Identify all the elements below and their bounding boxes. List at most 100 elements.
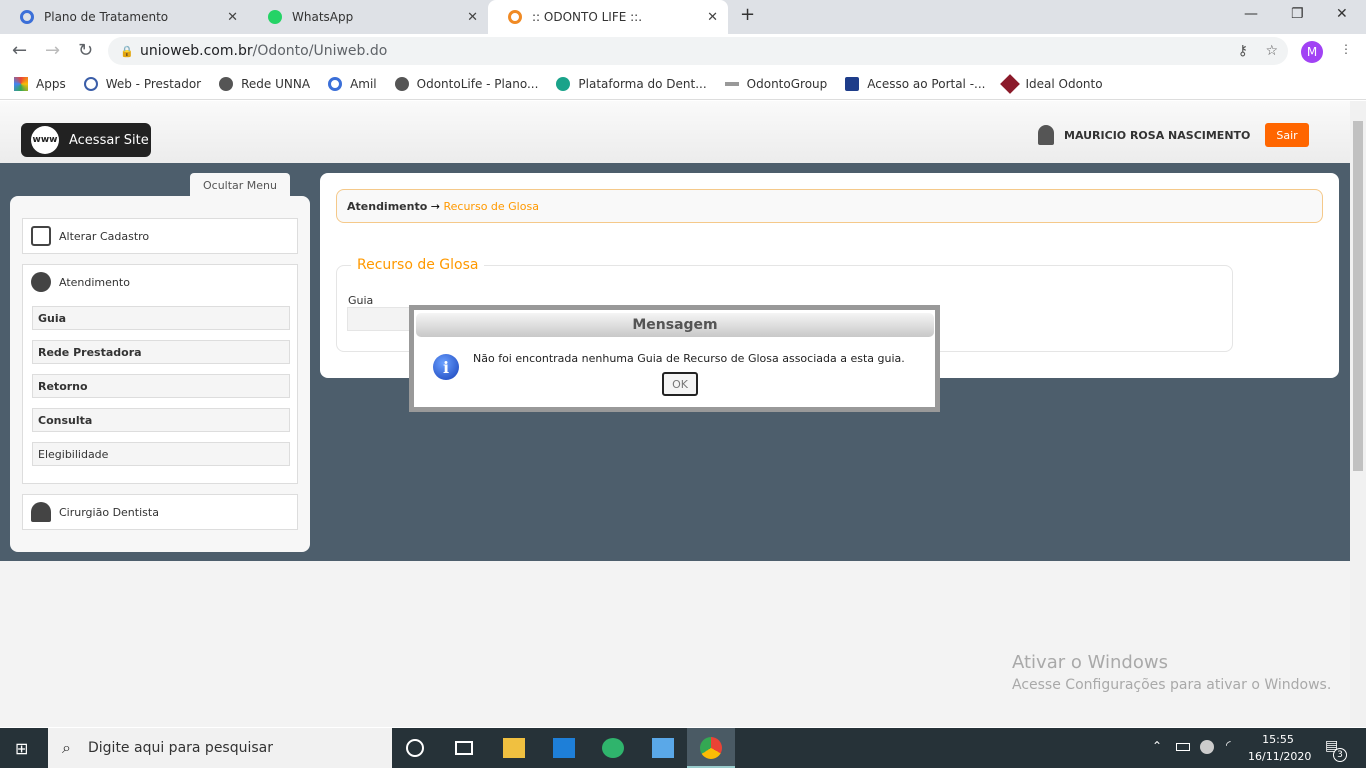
sidebar-sub-rede-prestadora[interactable]: Rede Prestadora — [32, 340, 290, 364]
page-footer-area — [0, 561, 1350, 727]
close-tab-icon[interactable]: ✕ — [467, 10, 478, 25]
info-icon: i — [433, 354, 459, 380]
tab-strip: Plano de Tratamento ✕ WhatsApp ✕ :: ODONTO… — [0, 0, 1366, 34]
forward-icon[interactable]: → — [45, 40, 60, 61]
new-tab-button[interactable]: + — [740, 4, 755, 25]
user-name: MAURICIO ROSA NASCIMENTO — [1064, 128, 1251, 142]
bookmark-plataforma[interactable]: Plataforma do Dent... — [556, 76, 707, 91]
network-error-icon[interactable] — [1200, 740, 1214, 754]
bookmark-amil[interactable]: Amil — [328, 76, 377, 91]
bookmark-ideal-odonto[interactable]: Ideal Odonto — [1000, 73, 1103, 94]
chat-person-icon — [31, 272, 51, 292]
sidebar-item-atendimento[interactable]: Atendimento — [23, 265, 297, 299]
sidebar-sub-guia[interactable]: Guia — [32, 306, 290, 330]
tab-odontolife[interactable]: :: ODONTO LIFE ::. ✕ — [488, 0, 728, 34]
ok-button[interactable]: OK — [662, 372, 698, 396]
lock-icon: 🔒 — [120, 44, 134, 58]
clin-icon — [556, 76, 571, 91]
message-dialog: Mensagem i Não foi encontrada nenhuma Gu… — [409, 305, 940, 412]
sidebar-item-cirurgiao[interactable]: Cirurgião Dentista — [22, 494, 298, 530]
search-icon: ⌕ — [62, 738, 71, 757]
tab-title: WhatsApp — [292, 10, 354, 24]
dentist-icon — [31, 502, 51, 522]
battery-icon[interactable] — [1176, 743, 1190, 751]
tab-plano[interactable]: Plano de Tratamento ✕ — [0, 0, 248, 34]
tab-favicon-icon — [20, 10, 34, 24]
notification-count: 3 — [1333, 748, 1347, 762]
dialog-message: Não foi encontrada nenhuma Guia de Recur… — [473, 352, 905, 365]
wifi-icon[interactable]: ◜ — [1226, 738, 1231, 752]
key-icon[interactable]: ⚷ — [1238, 43, 1248, 59]
close-window-button[interactable]: ✕ — [1336, 6, 1348, 22]
sidebar: Alterar Cadastro Atendimento Guia Rede P… — [10, 196, 310, 552]
portal-icon — [845, 76, 860, 91]
file-explorer-icon[interactable] — [503, 738, 525, 758]
mail-icon[interactable] — [553, 738, 575, 758]
hide-menu-button[interactable]: Ocultar Menu — [190, 173, 290, 197]
sidebar-sub-consulta[interactable]: Consulta — [32, 408, 290, 432]
bookmark-web-prestador[interactable]: Web - Prestador — [83, 76, 201, 91]
odontogroup-icon — [724, 81, 739, 86]
breadcrumb: Atendimento → Recurso de Glosa — [336, 189, 1323, 223]
chrome-icon — [700, 737, 722, 759]
bookmark-acesso-portal[interactable]: Acesso ao Portal -... — [845, 76, 985, 91]
tooth-icon — [83, 76, 98, 91]
close-tab-icon[interactable]: ✕ — [227, 10, 238, 25]
acessar-site-button[interactable]: www Acessar Site — [21, 123, 151, 157]
scrollbar-thumb[interactable] — [1353, 121, 1363, 471]
bookmark-rede-unna[interactable]: Rede UNNA — [219, 76, 310, 91]
back-icon[interactable]: ← — [12, 40, 27, 61]
star-icon[interactable]: ☆ — [1265, 43, 1278, 59]
windows-activation-watermark: Ativar o Windows Acesse Configurações par… — [1012, 652, 1332, 693]
dialog-title: Mensagem — [416, 313, 934, 337]
address-bar-row: ← → ↻ 🔒 unioweb.com.br/Odonto/Uniweb.do ⚷… — [0, 34, 1366, 68]
amil-icon — [328, 76, 343, 91]
bookmark-odontogroup[interactable]: OdontoGroup — [724, 77, 827, 91]
url-host: unioweb.com.br — [140, 43, 253, 59]
app-icon[interactable] — [652, 738, 674, 758]
user-icon — [1038, 125, 1054, 145]
globe-icon — [394, 76, 409, 91]
globe-icon — [219, 76, 234, 91]
edge-icon[interactable] — [602, 738, 624, 758]
www-globe-icon: www — [31, 126, 59, 154]
sidebar-sub-elegibilidade[interactable]: Elegibilidade — [32, 442, 290, 466]
odontolife-favicon-icon — [508, 10, 522, 24]
edit-icon — [31, 226, 51, 246]
url-input[interactable]: 🔒 unioweb.com.br/Odonto/Uniweb.do ⚷ ☆ — [108, 37, 1288, 65]
sidebar-item-alterar-cadastro[interactable]: Alterar Cadastro — [22, 218, 298, 254]
minimize-button[interactable]: — — [1244, 6, 1258, 22]
tab-title: Plano de Tratamento — [44, 10, 169, 24]
guia-label: Guia — [348, 294, 374, 307]
page-scrollbar[interactable] — [1350, 101, 1366, 727]
windows-start-icon[interactable]: ⊞ — [15, 739, 28, 758]
breadcrumb-current: Recurso de Glosa — [443, 199, 539, 213]
task-view-icon[interactable] — [455, 741, 473, 755]
tray-chevron-icon[interactable]: ⌃ — [1152, 739, 1162, 753]
user-info: MAURICIO ROSA NASCIMENTO — [1038, 125, 1250, 145]
url-path: /Odonto/Uniweb.do — [252, 43, 388, 59]
taskbar-search[interactable]: ⌕ Digite aqui para pesquisar — [48, 728, 392, 768]
reload-icon[interactable]: ↻ — [78, 40, 93, 61]
clock[interactable]: 15:55 16/11/2020 — [1248, 731, 1311, 765]
chrome-taskbar-button[interactable] — [687, 728, 735, 768]
tab-whatsapp[interactable]: WhatsApp ✕ — [248, 0, 488, 34]
site-header: www Acessar Site MAURICIO ROSA NASCIMENTO… — [0, 101, 1350, 163]
logout-button[interactable]: Sair — [1265, 123, 1309, 147]
restore-button[interactable]: ❐ — [1291, 6, 1304, 22]
bookmark-odontolife[interactable]: OdontoLife - Plano... — [394, 76, 538, 91]
cortana-icon[interactable] — [406, 739, 424, 757]
whatsapp-icon — [268, 10, 282, 24]
section-title: Recurso de Glosa — [351, 257, 485, 273]
bookmarks-bar: Apps Web - Prestador Rede UNNA Amil Odon… — [0, 68, 1366, 100]
breadcrumb-arrow: → — [427, 199, 444, 213]
profile-avatar[interactable]: M — [1301, 41, 1323, 63]
sidebar-sub-retorno[interactable]: Retorno — [32, 374, 290, 398]
ideal-odonto-icon — [1000, 73, 1021, 94]
breadcrumb-parent[interactable]: Atendimento — [347, 200, 427, 213]
menu-icon[interactable]: ⋮ — [1340, 42, 1352, 56]
bookmark-apps[interactable]: Apps — [14, 76, 66, 91]
tab-title: :: ODONTO LIFE ::. — [532, 10, 643, 24]
close-tab-icon[interactable]: ✕ — [707, 10, 718, 25]
apps-grid-icon — [14, 76, 28, 91]
